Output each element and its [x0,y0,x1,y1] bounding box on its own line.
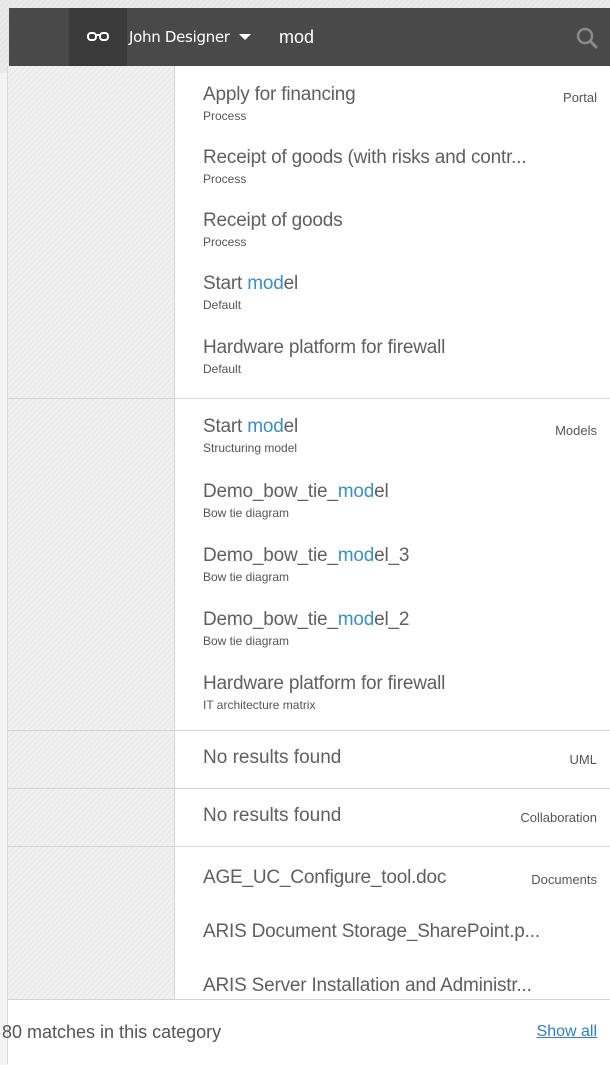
result-item[interactable]: Hardware platform for firewall Default [203,337,603,376]
category-column [8,789,175,846]
no-results-text: No results found [203,747,342,768]
show-all-link[interactable]: Show all [537,1023,597,1041]
category-column [8,731,175,788]
result-item[interactable]: Demo_bow_tie_model_2 Bow tie diagram [203,609,603,648]
result-item[interactable]: Hardware platform for firewall IT archit… [203,673,603,712]
result-item[interactable]: Receipt of goods Process [203,210,603,249]
results-footer: 80 matches in this category Show all [2,999,610,1065]
result-title: Demo_bow_tie_model_3 [203,545,410,566]
result-title: Receipt of goods [203,210,343,231]
search-results-panel: Portal Apply for financing Process Recei… [2,66,610,1065]
result-title: Hardware platform for firewall [203,673,446,694]
category-column [8,399,175,730]
result-item[interactable]: ARIS Document Storage_SharePoint.p... [203,921,603,943]
result-type: IT architecture matrix [203,698,316,712]
result-title: Start model [203,416,298,437]
result-title: AGE_UC_Configure_tool.doc [203,867,447,888]
result-title: Apply for financing [203,84,356,105]
category-label: UML [569,752,597,767]
search-icon[interactable] [576,27,598,49]
result-item[interactable]: Start model Default [203,273,603,312]
result-title: Demo_bow_tie_model [203,481,389,502]
match-count: 80 matches in this category [2,1022,222,1042]
result-item[interactable]: Apply for financing Process [203,84,603,123]
top-bar: John Designer mod [0,0,610,73]
result-item[interactable]: ARIS Server Installation and Administr..… [203,975,603,997]
result-item[interactable]: Demo_bow_tie_model_3 Bow tie diagram [203,545,603,584]
user-name: John Designer [129,28,230,46]
result-title: ARIS Document Storage_SharePoint.p... [203,921,540,942]
section-documents: Documents AGE_UC_Configure_tool.doc ARIS… [8,847,610,999]
section-uml: UML No results found [8,731,610,789]
result-title: Start model [203,273,298,294]
result-type: Default [203,362,242,376]
result-type: Default [203,298,242,312]
glasses-icon[interactable] [69,8,127,66]
result-item[interactable]: Start model Structuring model [203,416,603,455]
result-item[interactable]: Receipt of goods (with risks and contr..… [203,147,603,186]
user-menu[interactable]: John Designer [129,8,251,66]
result-type: Bow tie diagram [203,506,290,520]
result-type: Process [203,109,247,123]
section-portal: Portal Apply for financing Process Recei… [8,66,610,399]
result-type: Bow tie diagram [203,570,290,584]
result-title: ARIS Server Installation and Administr..… [203,975,532,996]
result-item[interactable]: AGE_UC_Configure_tool.doc [203,867,603,889]
result-type: Process [203,235,247,249]
chevron-down-icon [238,34,251,40]
result-title: Demo_bow_tie_model_2 [203,609,410,630]
result-title: Receipt of goods (with risks and contr..… [203,147,527,168]
category-column [8,66,175,398]
category-label: Collaboration [520,810,597,825]
result-item[interactable]: Demo_bow_tie_model Bow tie diagram [203,481,603,520]
no-results-text: No results found [203,805,342,826]
category-column [8,847,175,999]
result-type: Process [203,172,247,186]
search-input[interactable]: mod [279,8,314,66]
result-title: Hardware platform for firewall [203,337,446,358]
result-type: Bow tie diagram [203,634,290,648]
search-bar: John Designer mod [9,8,610,66]
result-type: Structuring model [203,441,298,455]
section-models: Models Start model Structuring model Dem… [8,399,610,731]
section-collaboration: Collaboration No results found [8,789,610,847]
